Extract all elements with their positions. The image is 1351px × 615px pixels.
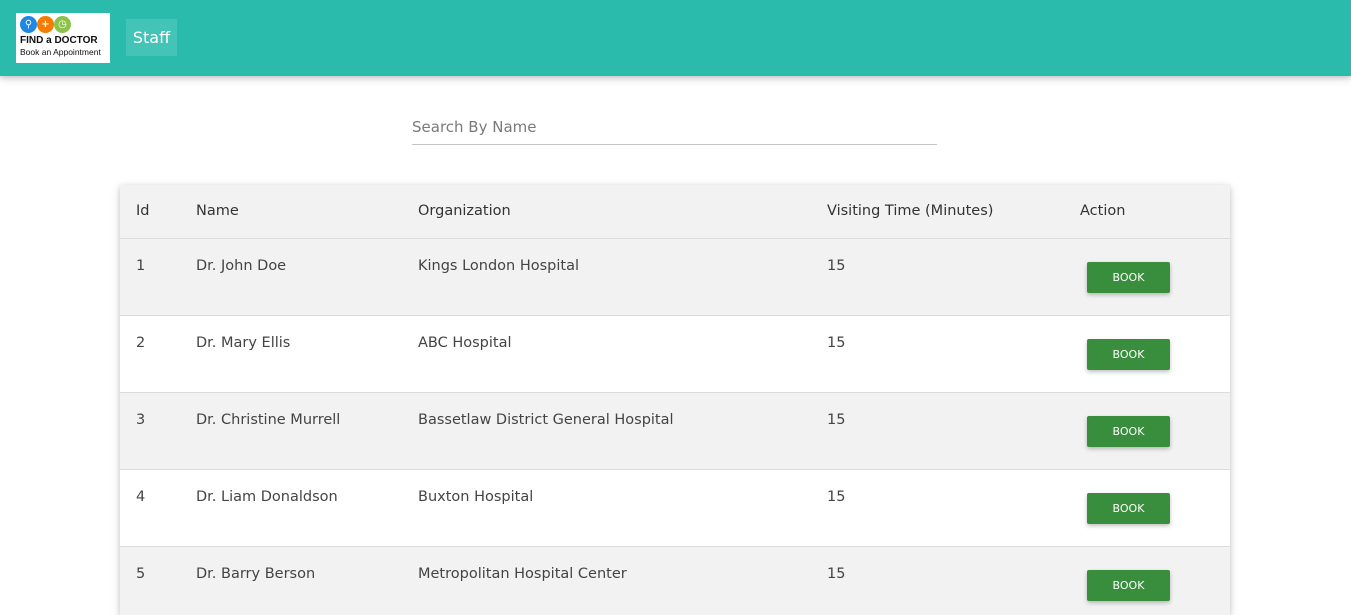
doctors-table: Id Name Organization Visiting Time (Minu… <box>120 185 1230 615</box>
logo-icons: ⚲ + ◷ <box>20 16 80 33</box>
cell-name: Dr. Liam Donaldson <box>196 489 338 505</box>
cell-id: 1 <box>136 258 146 274</box>
cell-id: 4 <box>136 489 146 505</box>
search-by-name-input[interactable] <box>412 110 937 144</box>
book-button[interactable]: BOOK <box>1087 493 1170 524</box>
search-icon: ⚲ <box>20 16 37 33</box>
cell-id: 2 <box>136 335 146 351</box>
book-button[interactable]: BOOK <box>1087 262 1170 293</box>
table-row: 3 Dr. Christine Murrell Bassetlaw Distri… <box>120 393 1230 470</box>
plus-icon: + <box>37 16 54 33</box>
book-button[interactable]: BOOK <box>1087 416 1170 447</box>
cell-organization: Metropolitan Hospital Center <box>418 566 627 582</box>
cell-name: Dr. Barry Berson <box>196 566 316 582</box>
cell-organization: Buxton Hospital <box>418 489 534 505</box>
cell-visiting-time: 15 <box>827 489 846 505</box>
top-navbar: ⚲ + ◷ FIND a DOCTOR Book an Appointment … <box>0 0 1351 76</box>
column-header-visiting-time: Visiting Time (Minutes) <box>827 203 994 219</box>
clock-icon: ◷ <box>54 16 71 33</box>
column-header-id: Id <box>136 203 150 219</box>
book-button[interactable]: BOOK <box>1087 570 1170 601</box>
logo-title: FIND a DOCTOR <box>20 35 98 46</box>
cell-organization: Bassetlaw District General Hospital <box>418 412 674 428</box>
table-row: 4 Dr. Liam Donaldson Buxton Hospital 15 … <box>120 470 1230 547</box>
search-field <box>412 110 937 145</box>
column-header-organization: Organization <box>418 203 511 219</box>
table-row: 2 Dr. Mary Ellis ABC Hospital 15 BOOK <box>120 316 1230 393</box>
nav-staff-link[interactable]: Staff <box>126 19 177 56</box>
column-header-action: Action <box>1080 203 1126 219</box>
find-a-doctor-logo[interactable]: ⚲ + ◷ FIND a DOCTOR Book an Appointment <box>16 13 110 63</box>
cell-id: 5 <box>136 566 146 582</box>
table-header-row: Id Name Organization Visiting Time (Minu… <box>120 185 1230 239</box>
cell-name: Dr. Mary Ellis <box>196 335 291 351</box>
cell-visiting-time: 15 <box>827 258 846 274</box>
logo-subtitle: Book an Appointment <box>20 47 101 57</box>
cell-name: Dr. John Doe <box>196 258 287 274</box>
cell-visiting-time: 15 <box>827 335 846 351</box>
cell-visiting-time: 15 <box>827 566 846 582</box>
cell-organization: Kings London Hospital <box>418 258 580 274</box>
table-row: 5 Dr. Barry Berson Metropolitan Hospital… <box>120 547 1230 615</box>
cell-id: 3 <box>136 412 146 428</box>
book-button[interactable]: BOOK <box>1087 339 1170 370</box>
table-row: 1 Dr. John Doe Kings London Hospital 15 … <box>120 239 1230 316</box>
column-header-name: Name <box>196 203 239 219</box>
cell-visiting-time: 15 <box>827 412 846 428</box>
cell-name: Dr. Christine Murrell <box>196 412 341 428</box>
cell-organization: ABC Hospital <box>418 335 512 351</box>
